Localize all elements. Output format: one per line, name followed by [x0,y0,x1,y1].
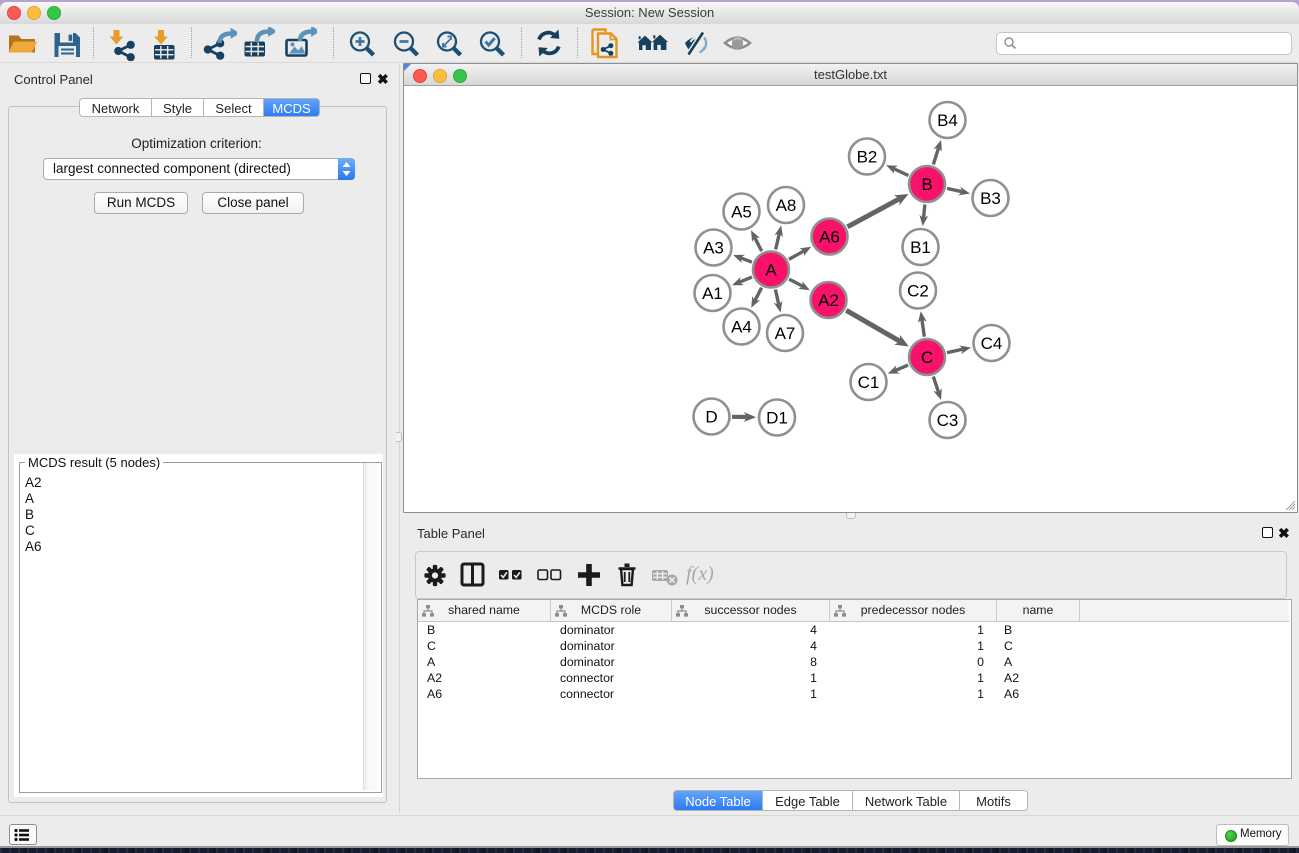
svg-text:C2: C2 [907,281,929,300]
svg-text:B1: B1 [910,238,931,257]
svg-text:A5: A5 [731,202,752,221]
svg-text:A1: A1 [702,284,723,303]
svg-text:B2: B2 [857,147,878,166]
svg-text:B4: B4 [937,111,958,130]
svg-text:D: D [705,407,717,426]
svg-text:D1: D1 [766,408,788,427]
svg-text:B3: B3 [980,189,1001,208]
svg-text:A6: A6 [819,227,840,246]
svg-text:B: B [921,175,932,194]
svg-text:A8: A8 [776,196,797,215]
svg-text:C: C [921,348,933,367]
svg-text:A: A [765,260,777,279]
svg-text:A3: A3 [703,238,724,257]
svg-text:A4: A4 [731,317,752,336]
svg-text:C3: C3 [937,411,959,430]
svg-text:A2: A2 [818,291,839,310]
svg-text:A7: A7 [775,324,796,343]
svg-text:C4: C4 [981,334,1003,353]
svg-text:C1: C1 [858,373,880,392]
